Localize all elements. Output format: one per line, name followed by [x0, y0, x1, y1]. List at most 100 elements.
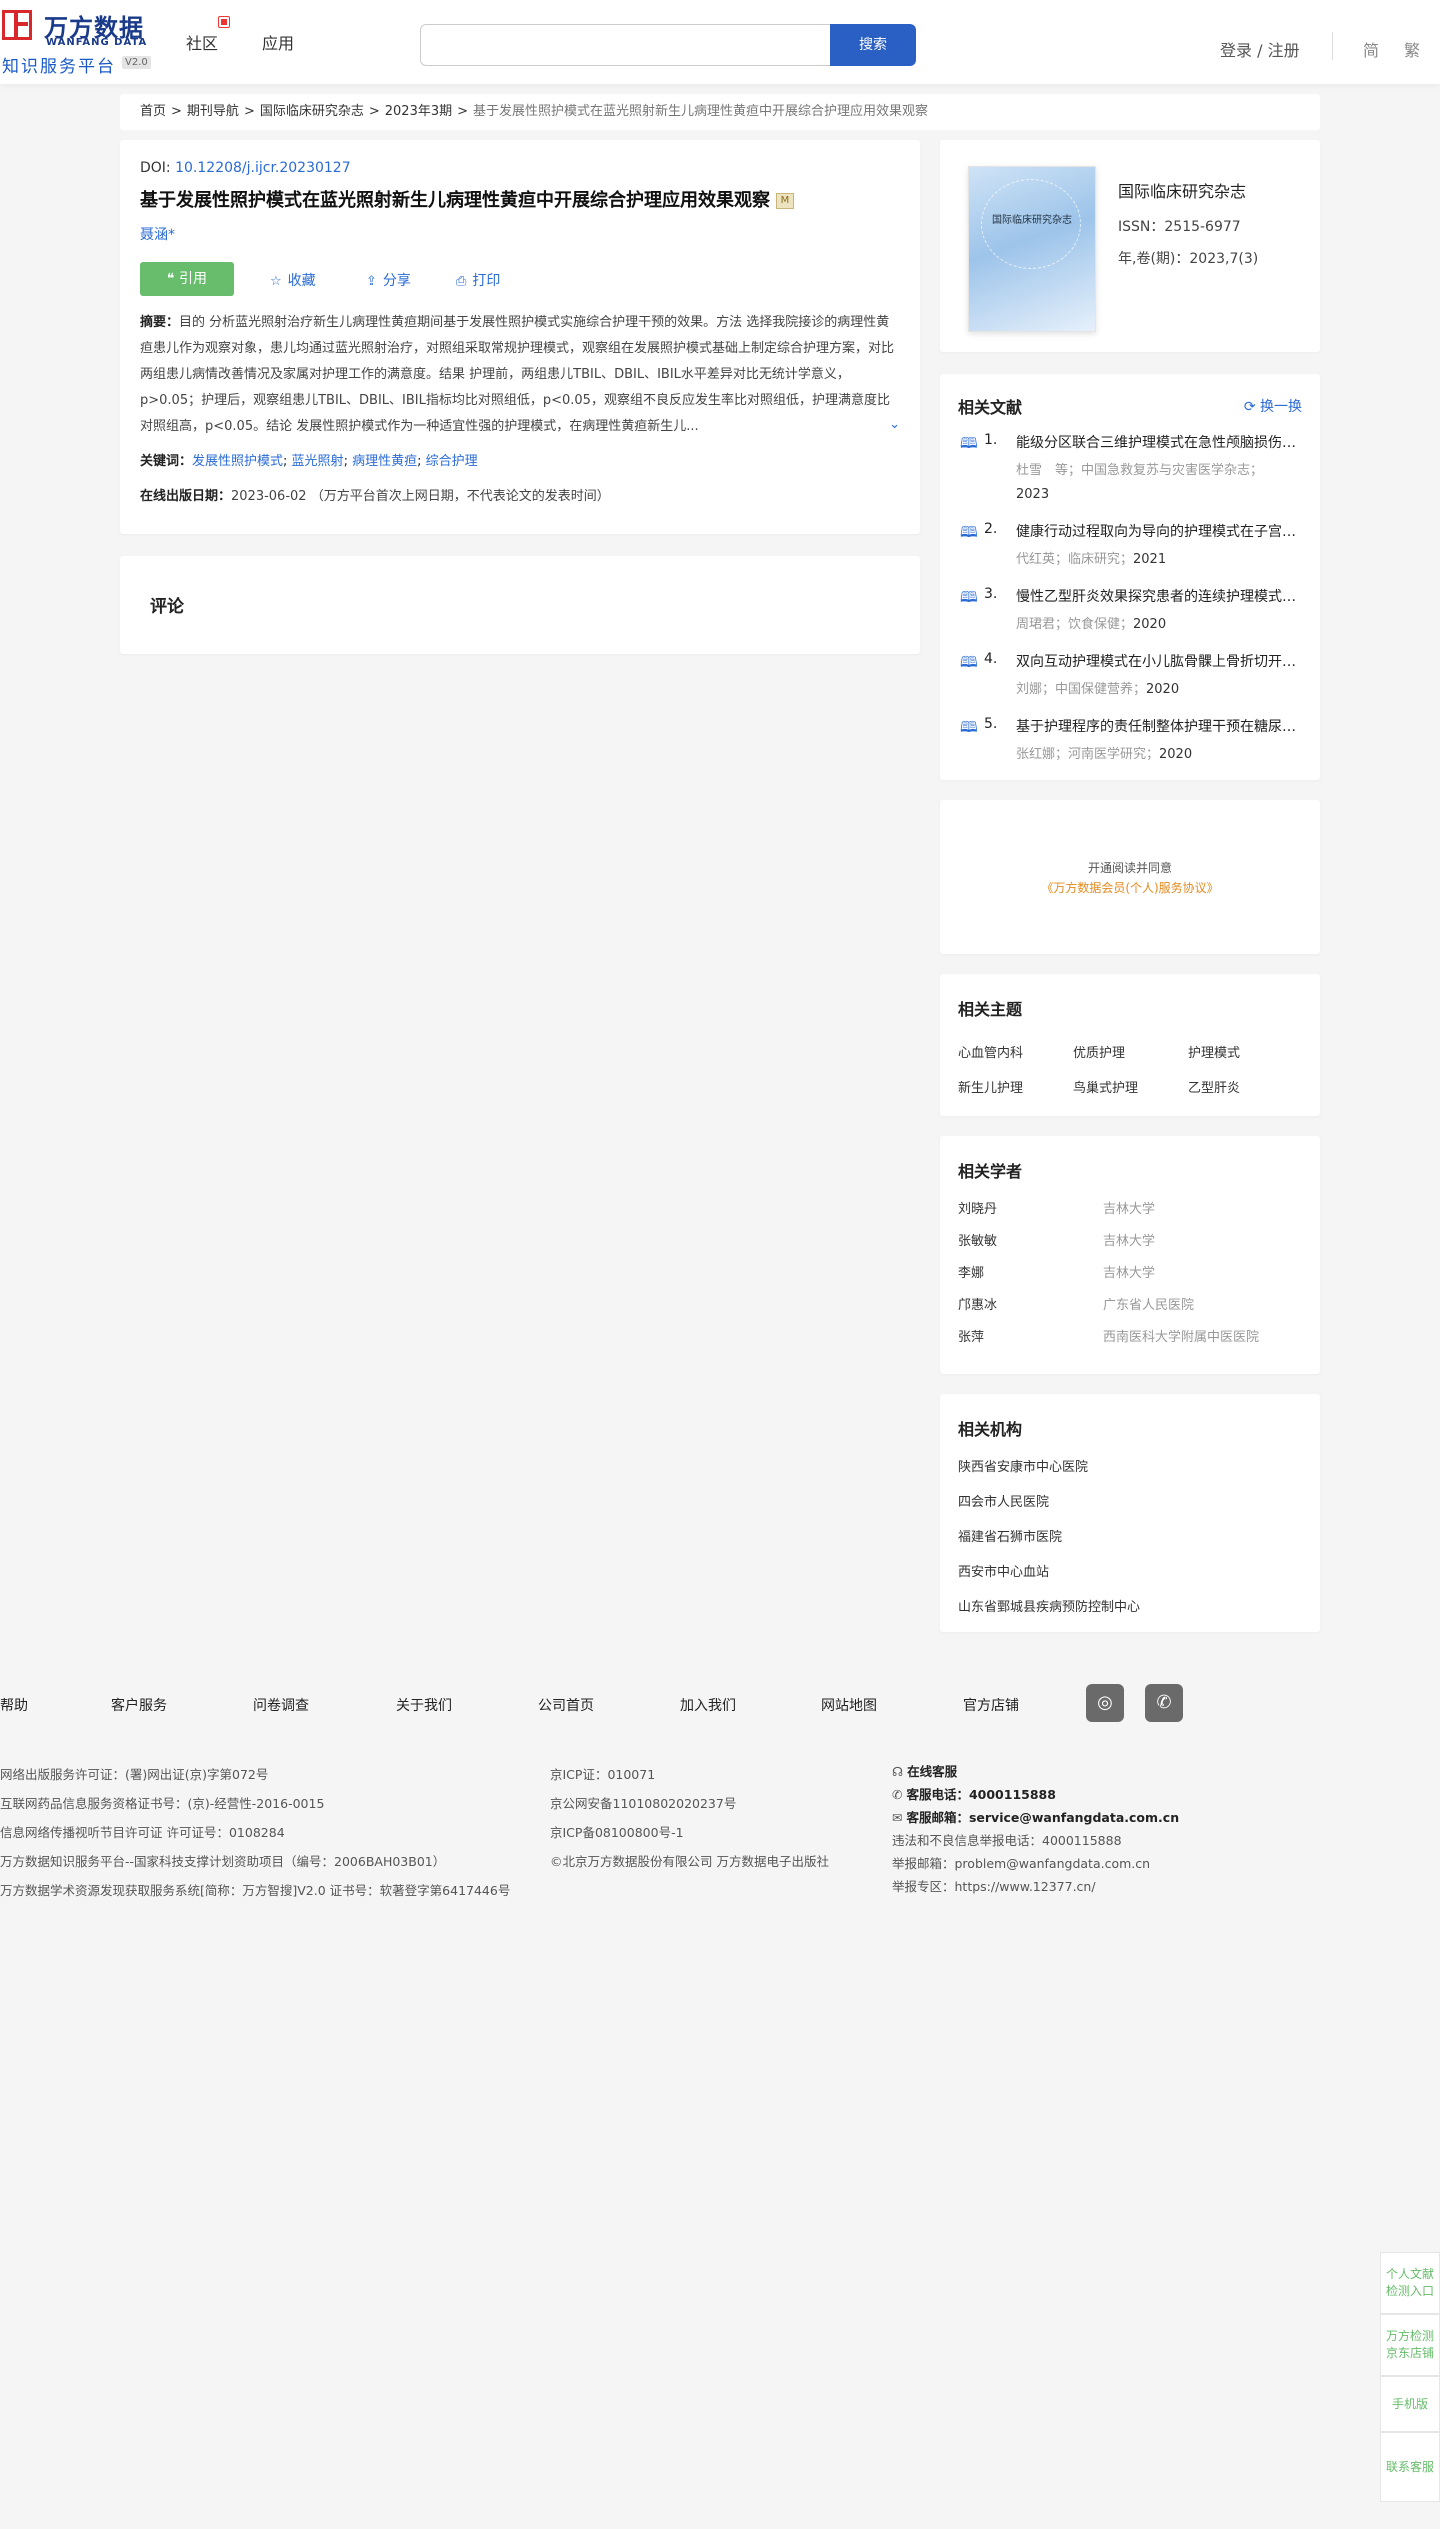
scholar-name[interactable]: 刘晓丹: [958, 1198, 997, 1217]
breadcrumb-issue[interactable]: 2023年3期: [385, 104, 452, 119]
breadcrumb-journal-nav[interactable]: 期刊导航: [187, 104, 239, 119]
institution-link[interactable]: 山东省鄄城县疾病预防控制中心: [958, 1596, 1302, 1615]
institution-link[interactable]: 四会市人民医院: [958, 1491, 1302, 1510]
keywords: 关键词：发展性照护模式; 蓝光照射; 病理性黄疸; 综合护理: [140, 454, 478, 469]
book-icon: 🕮: [960, 653, 978, 671]
journal-issn: ISSN：2515-6977: [1118, 219, 1241, 235]
keyword-link[interactable]: 发展性照护模式: [192, 454, 283, 469]
list-item[interactable]: 🕮 2. 健康行动过程取向为导向的护理模式在子宫切除术患者中的应用 代红英；临床…: [958, 521, 1302, 572]
scholar-org[interactable]: 西南医科大学附属中医医院: [1103, 1326, 1259, 1345]
float-mobile[interactable]: 手机版: [1380, 2376, 1440, 2432]
float-plagiarism-check[interactable]: 个人文献检测入口: [1380, 2252, 1440, 2314]
wechat-icon[interactable]: ✆: [1145, 1684, 1183, 1722]
float-contact-service[interactable]: 联系客服: [1380, 2432, 1440, 2502]
article-title: 基于发展性照护模式在蓝光照射新生儿病理性黄疸中开展综合护理应用效果观察 M: [140, 188, 900, 214]
cite-button[interactable]: ❝ 引用: [140, 262, 234, 296]
doc-title[interactable]: 慢性乙型肝炎效果探究患者的连续护理模式应用: [1016, 586, 1296, 606]
breadcrumb-home[interactable]: 首页: [140, 104, 166, 119]
scholar-org[interactable]: 吉林大学: [1103, 1198, 1155, 1217]
orgs-title: 相关机构: [958, 1420, 1023, 1439]
chevron-down-icon[interactable]: ⌄: [889, 412, 900, 438]
journal-volume: 年,卷(期)：2023,7(3): [1118, 251, 1259, 267]
scholar-org[interactable]: 吉林大学: [1103, 1262, 1155, 1281]
refresh-button[interactable]: ⟳ 换一换: [1244, 396, 1302, 416]
breadcrumb-current: 基于发展性照护模式在蓝光照射新生儿病理性黄疸中开展综合护理应用效果观察: [473, 104, 929, 119]
comment-title: 评论: [150, 597, 184, 617]
keyword-link[interactable]: 蓝光照射: [292, 454, 344, 469]
footer-company-home[interactable]: 公司首页: [538, 1695, 594, 1715]
doi-link[interactable]: 10.12208/j.ijcr.20230127: [175, 160, 351, 176]
search-input[interactable]: [420, 24, 830, 66]
footer-help[interactable]: 帮助: [0, 1695, 28, 1715]
agreement-link[interactable]: 《万方数据会员(个人)服务协议》: [940, 878, 1320, 898]
share-icon: ⇪: [366, 274, 377, 289]
list-item[interactable]: 🕮 1. 能级分区联合三维护理模式在急性颅脑损伤患者中的应用 杜雪 等；中国急救…: [958, 432, 1302, 507]
book-icon: 🕮: [960, 718, 978, 736]
topic-link[interactable]: 心血管内科: [958, 1042, 1073, 1061]
scholar-name[interactable]: 邝惠冰: [958, 1294, 997, 1313]
journal-card: 国际临床研究杂志 国际临床研究杂志 ISSN：2515-6977 年,卷(期)：…: [940, 140, 1320, 352]
list-item[interactable]: 🕮 5. 基于护理程序的责任制整体护理干预在糖尿病患者中的应用 张红娜；河南医学…: [958, 716, 1302, 767]
doc-title[interactable]: 双向互动护理模式在小儿肱骨髁上骨折切开复位中的应用: [1016, 651, 1296, 671]
topic-link[interactable]: 护理模式: [1188, 1042, 1303, 1061]
footer-official-store[interactable]: 官方店铺: [963, 1695, 1019, 1715]
topics-title: 相关主题: [958, 1000, 1023, 1019]
institution-link[interactable]: 福建省石狮市医院: [958, 1526, 1302, 1545]
journal-name[interactable]: 国际临床研究杂志: [1118, 178, 1246, 202]
favorite-button[interactable]: ☆ 收藏: [270, 270, 316, 290]
float-jd-store[interactable]: 万方检测京东店铺: [1380, 2314, 1440, 2376]
footer-sitemap[interactable]: 网站地图: [821, 1695, 877, 1715]
logo-text-en: WANFANG DATA: [46, 37, 148, 48]
institution-link[interactable]: 西安市中心血站: [958, 1561, 1302, 1580]
login-register-link[interactable]: 登录 / 注册: [1220, 37, 1300, 61]
keyword-link[interactable]: 病理性黄疸: [352, 454, 417, 469]
lang-traditional[interactable]: 繁: [1404, 37, 1420, 61]
phone-icon: ✆: [892, 1787, 907, 1802]
nav-community[interactable]: 社区: [186, 30, 218, 54]
list-item[interactable]: 🕮 4. 双向互动护理模式在小儿肱骨髁上骨折切开复位中的应用 刘娜；中国保健营养…: [958, 651, 1302, 702]
related-docs: 相关文献 ⟳ 换一换 🕮 1. 能级分区联合三维护理模式在急性颅脑损伤患者中的应…: [940, 374, 1320, 780]
weibo-icon[interactable]: ◎: [1086, 1684, 1124, 1722]
mark-icon: M: [776, 193, 794, 209]
doc-title[interactable]: 健康行动过程取向为导向的护理模式在子宫切除术患者中的应用: [1016, 521, 1296, 541]
comment-section: 评论: [120, 556, 920, 654]
footer-join-us[interactable]: 加入我们: [680, 1695, 736, 1715]
scholar-name[interactable]: 张萍: [958, 1326, 984, 1345]
scholar-org[interactable]: 广东省人民医院: [1103, 1294, 1194, 1313]
topic-link[interactable]: 新生儿护理: [958, 1077, 1073, 1096]
institution-link[interactable]: 陕西省安康市中心医院: [958, 1456, 1302, 1475]
list-item[interactable]: 🕮 3. 慢性乙型肝炎效果探究患者的连续护理模式应用 周珺君；饮食保健；2020: [958, 586, 1302, 637]
topic-link[interactable]: 鸟巢式护理: [1073, 1077, 1188, 1096]
nav-apps[interactable]: 应用: [262, 30, 294, 54]
keyword-link[interactable]: 综合护理: [426, 454, 478, 469]
agreement-text: 开通阅读并同意: [1087, 861, 1172, 875]
share-button[interactable]: ⇪ 分享: [366, 270, 411, 290]
footer-about[interactable]: 关于我们: [396, 1695, 452, 1715]
list-item: 刘晓丹 吉林大学: [958, 1198, 1302, 1217]
topic-link[interactable]: 乙型肝炎: [1188, 1077, 1303, 1096]
related-institutions: 相关机构 陕西省安康市中心医院 四会市人民医院 福建省石狮市医院 西安市中心血站…: [940, 1394, 1320, 1632]
footer-survey[interactable]: 问卷调查: [253, 1695, 309, 1715]
scholar-name[interactable]: 李娜: [958, 1262, 984, 1281]
scholar-name[interactable]: 张敏敏: [958, 1230, 997, 1249]
abstract: 摘要：目的 分析蓝光照射治疗新生儿病理性黄疸期间基于发展性照护模式实施综合护理干…: [140, 310, 900, 440]
scholar-org[interactable]: 吉林大学: [1103, 1230, 1155, 1249]
topic-link[interactable]: 优质护理: [1073, 1042, 1188, 1061]
footer-customer-service[interactable]: 客户服务: [111, 1695, 167, 1715]
search-button[interactable]: 搜索: [830, 24, 916, 66]
related-topics: 相关主题 心血管内科 优质护理 护理模式 新生儿护理 鸟巢式护理 乙型肝炎: [940, 974, 1320, 1116]
author-link[interactable]: 聂涵*: [140, 224, 900, 244]
breadcrumb-journal[interactable]: 国际临床研究杂志: [260, 104, 364, 119]
print-button[interactable]: ⎙ 打印: [456, 270, 500, 290]
doc-title[interactable]: 能级分区联合三维护理模式在急性颅脑损伤患者中的应用: [1016, 432, 1296, 452]
footer-contact: ☊ 在线客服 ✆ 客服电话：4000115888 ✉ 客服邮箱：service@…: [892, 1760, 1179, 1898]
lang-simplified[interactable]: 简: [1363, 37, 1379, 61]
list-item: 李娜 吉林大学: [958, 1262, 1302, 1281]
printer-icon: ⎙: [456, 274, 467, 289]
online-service-link[interactable]: ☊ 在线客服: [892, 1760, 1179, 1783]
journal-cover[interactable]: 国际临床研究杂志: [968, 166, 1096, 332]
footer-icp: 京ICP证：010071 京公网安备11010802020237号 京ICP备0…: [550, 1767, 829, 1869]
related-scholars: 相关学者 刘晓丹 吉林大学 张敏敏 吉林大学 李娜 吉林大学 邝惠冰 广东省人民医院 张…: [940, 1136, 1320, 1374]
wanfang-logo[interactable]: 万方数据 WANFANG DATA 知识服务平台 V2.0: [0, 8, 160, 77]
doc-title[interactable]: 基于护理程序的责任制整体护理干预在糖尿病患者中的应用: [1016, 716, 1296, 736]
